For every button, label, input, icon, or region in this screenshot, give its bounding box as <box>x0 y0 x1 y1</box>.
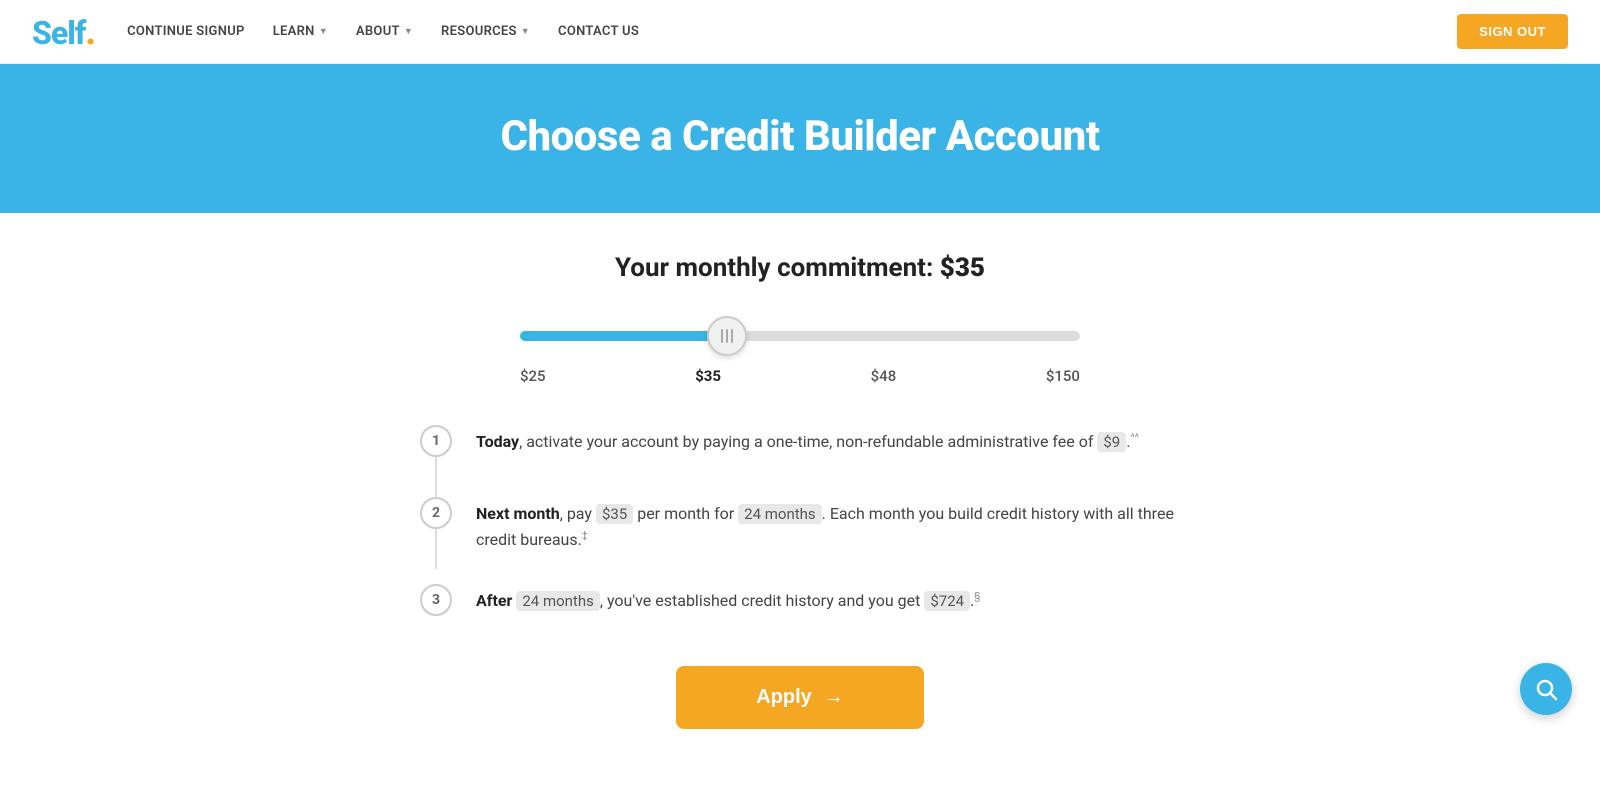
step-3-months: 24 months <box>516 591 599 611</box>
step-1-bold: Today <box>476 432 519 451</box>
nav-links: CONTINUE SIGNUP LEARN ▼ ABOUT ▼ RESOURCE… <box>127 24 1457 39</box>
step-1-fee: $9 <box>1097 432 1126 452</box>
step-1: 1 Today, activate your account by paying… <box>420 425 1180 497</box>
step-2-content: Next month, pay $35 per month for 24 mon… <box>476 497 1180 584</box>
slider-label-48[interactable]: $48 <box>871 367 897 385</box>
apply-arrow: → <box>824 686 844 709</box>
step-2-line <box>435 529 437 569</box>
slider-label-25[interactable]: $25 <box>520 367 546 385</box>
nav-learn[interactable]: LEARN ▼ <box>273 24 328 39</box>
step-1-left: 1 <box>420 425 452 497</box>
main-content: Your monthly commitment: $35 $25 $35 $48… <box>370 213 1230 789</box>
step-1-number: 1 <box>420 425 452 457</box>
nav-about[interactable]: ABOUT ▼ <box>356 24 413 39</box>
chevron-down-icon: ▼ <box>319 26 328 37</box>
step-3: 3 After 24 months, you've established cr… <box>420 584 1180 646</box>
step-2-left: 2 <box>420 497 452 569</box>
navigation: Self. CONTINUE SIGNUP LEARN ▼ ABOUT ▼ RE… <box>0 0 1600 64</box>
apply-label: Apply <box>756 686 812 709</box>
logo[interactable]: Self. <box>32 11 95 53</box>
slider-wrapper <box>520 315 1080 357</box>
slider-thumb-grip <box>721 329 733 343</box>
logo-text: Self <box>32 14 85 52</box>
step-2: 2 Next month, pay $35 per month for 24 m… <box>420 497 1180 584</box>
step-3-number: 3 <box>420 584 452 616</box>
chevron-down-icon: ▼ <box>521 26 530 37</box>
commitment-title: Your monthly commitment: $35 <box>390 253 1210 283</box>
monthly-slider-section: $25 $35 $48 $150 <box>390 315 1210 385</box>
slider-label-35[interactable]: $35 <box>695 367 721 385</box>
slider-labels: $25 $35 $48 $150 <box>520 367 1080 385</box>
step-1-line <box>435 457 437 497</box>
slider-track <box>520 331 1080 341</box>
slider-fill <box>520 331 727 341</box>
step-2-number: 2 <box>420 497 452 529</box>
step-3-bold: After <box>476 591 512 610</box>
nav-resources[interactable]: RESOURCES ▼ <box>441 24 530 39</box>
apply-section: Apply → <box>390 666 1210 729</box>
nav-contact-us[interactable]: CONTACT US <box>558 24 639 39</box>
help-search-button[interactable] <box>1520 663 1572 715</box>
step-3-content: After 24 months, you've established cred… <box>476 584 980 646</box>
page-title: Choose a Credit Builder Account <box>20 112 1580 161</box>
step-3-left: 3 <box>420 584 452 616</box>
sign-out-button[interactable]: SIGN OUT <box>1457 14 1568 49</box>
chevron-down-icon: ▼ <box>404 26 413 37</box>
nav-continue-signup[interactable]: CONTINUE SIGNUP <box>127 24 245 39</box>
step-1-content: Today, activate your account by paying a… <box>476 425 1139 487</box>
step-3-payout: $724 <box>924 591 970 611</box>
steps-list: 1 Today, activate your account by paying… <box>420 425 1180 646</box>
apply-button[interactable]: Apply → <box>676 666 924 729</box>
step-2-bold: Next month <box>476 504 560 523</box>
step-2-amount: $35 <box>596 504 633 524</box>
step-2-months: 24 months <box>738 504 821 524</box>
slider-label-150[interactable]: $150 <box>1046 367 1080 385</box>
slider-thumb[interactable] <box>707 316 747 356</box>
hero-banner: Choose a Credit Builder Account <box>0 64 1600 213</box>
